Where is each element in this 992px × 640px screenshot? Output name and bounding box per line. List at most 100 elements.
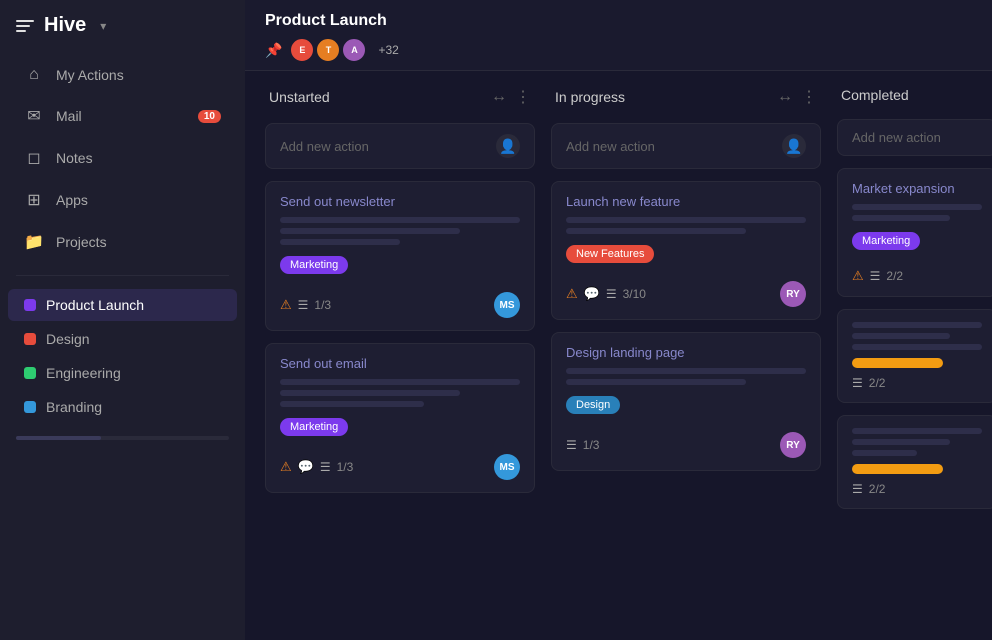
sidebar-item-notes[interactable]: ◻ Notes (8, 138, 237, 178)
pin-icon: 📌 (265, 42, 282, 59)
apps-icon: ⊞ (24, 190, 44, 210)
project-color-dot (24, 401, 36, 413)
user-placeholder: 👤 (496, 134, 520, 158)
hamburger-icon (16, 20, 34, 32)
card-line (280, 217, 520, 223)
column-header: Unstarted ↔ ⋮ (265, 87, 535, 107)
card-line (280, 228, 460, 234)
column-header: In progress ↔ ⋮ (551, 87, 821, 107)
checklist-icon: ☰ (320, 460, 331, 474)
main-content: Product Launch 📌 E T A +32 Unstarted ↔ ⋮… (245, 0, 992, 640)
more-icon[interactable]: ⋮ (801, 87, 817, 107)
sidebar-item-mail[interactable]: ✉ Mail 10 (8, 96, 237, 136)
sidebar-item-label: Notes (56, 150, 221, 166)
card-line (852, 439, 950, 445)
sidebar-header[interactable]: Hive ▾ (0, 0, 245, 51)
column-title: In progress (555, 89, 625, 105)
card-footer: ⚠ ☰ 1/3 MS (280, 292, 520, 318)
card-send-newsletter[interactable]: Send out newsletter Marketing ⚠ ☰ 1/3 MS (265, 181, 535, 331)
column-title: Unstarted (269, 89, 330, 105)
card-title: Market expansion (852, 181, 982, 196)
card-avatar: RY (780, 432, 806, 458)
avatar: E (290, 38, 314, 62)
checklist-icon: ☰ (852, 482, 863, 496)
card-avatar: MS (494, 454, 520, 480)
sidebar-item-product-launch[interactable]: Product Launch (8, 289, 237, 321)
add-action-button-completed[interactable]: Add new action (837, 119, 992, 156)
home-icon: ⌂ (24, 66, 44, 84)
card-line (280, 239, 400, 245)
card-footer: ☰ 1/3 RY (566, 432, 806, 458)
card-completed-2[interactable]: ☰ 2/2 (837, 309, 992, 403)
card-send-email[interactable]: Send out email Marketing ⚠ 💬 ☰ 1/3 MS (265, 343, 535, 493)
card-tag: Design (566, 396, 620, 414)
card-launch-feature[interactable]: Launch new feature New Features ⚠ 💬 ☰ 3/… (551, 181, 821, 320)
user-icon: 👤 (785, 138, 802, 155)
expand-icon[interactable]: ↔ (777, 88, 793, 106)
sidebar-item-apps[interactable]: ⊞ Apps (8, 180, 237, 220)
divider (16, 275, 229, 276)
user-placeholder: 👤 (782, 134, 806, 158)
avatar: A (342, 38, 366, 62)
mail-badge: 10 (198, 110, 221, 123)
card-line (566, 217, 806, 223)
project-list: Product Launch Design Engineering Brandi… (0, 284, 245, 428)
checklist-icon: ☰ (566, 438, 577, 452)
checklist-icon: ☰ (852, 376, 863, 390)
card-footer-left: ⚠ 💬 ☰ 1/3 (280, 459, 353, 475)
progress-bar (852, 358, 943, 368)
column-header: Completed (837, 87, 992, 103)
card-tag: New Features (566, 245, 654, 263)
add-action-label: Add new action (280, 139, 369, 154)
project-color-dot (24, 333, 36, 345)
board-header: Product Launch 📌 E T A +32 (245, 0, 992, 71)
card-footer-left: ⚠ ☰ 1/3 (280, 297, 331, 313)
sidebar-item-my-actions[interactable]: ⌂ My Actions (8, 56, 237, 94)
sidebar-item-design[interactable]: Design (8, 323, 237, 355)
sidebar-item-branding[interactable]: Branding (8, 391, 237, 423)
folder-icon: 📁 (24, 232, 44, 252)
sidebar-item-label: Apps (56, 192, 221, 208)
card-footer-left: ☰ 1/3 (566, 438, 599, 452)
card-footer-left: ⚠ ☰ 2/2 (852, 268, 903, 284)
add-action-button-unstarted[interactable]: Add new action 👤 (265, 123, 535, 169)
card-title: Design landing page (566, 345, 806, 360)
card-line (852, 322, 982, 328)
card-avatar: RY (780, 281, 806, 307)
card-line (852, 344, 982, 350)
task-count: 1/3 (337, 460, 354, 474)
expand-icon[interactable]: ↔ (491, 88, 507, 106)
column-actions: ↔ ⋮ (777, 87, 817, 107)
sidebar-scrollbar[interactable] (16, 436, 229, 440)
card-footer: ⚠ ☰ 2/2 (852, 268, 982, 284)
sidebar-item-label: My Actions (56, 67, 221, 83)
add-action-label: Add new action (852, 130, 941, 145)
card-completed-3[interactable]: ☰ 2/2 (837, 415, 992, 509)
project-color-dot (24, 299, 36, 311)
task-count: 2/2 (869, 376, 886, 390)
sidebar-item-engineering[interactable]: Engineering (8, 357, 237, 389)
checklist-icon: ☰ (606, 287, 617, 301)
card-line (280, 390, 460, 396)
warning-icon: ⚠ (280, 297, 292, 313)
sidebar-item-projects[interactable]: 📁 Projects (8, 222, 237, 262)
task-count: 2/2 (886, 269, 903, 283)
card-design-landing[interactable]: Design landing page Design ☰ 1/3 RY (551, 332, 821, 471)
card-footer: ☰ 2/2 (852, 376, 982, 390)
card-tag: Marketing (280, 418, 348, 436)
card-line (280, 379, 520, 385)
user-icon: 👤 (499, 138, 516, 155)
card-line (566, 379, 746, 385)
card-tag: Marketing (280, 256, 348, 274)
card-market-expansion[interactable]: Market expansion Marketing ⚠ ☰ 2/2 (837, 168, 992, 297)
more-icon[interactable]: ⋮ (515, 87, 531, 107)
avatar: T (316, 38, 340, 62)
board-title: Product Launch (265, 12, 972, 30)
card-line (852, 204, 982, 210)
card-footer-left: ⚠ 💬 ☰ 3/10 (566, 286, 646, 302)
card-footer: ⚠ 💬 ☰ 1/3 MS (280, 454, 520, 480)
add-action-button-in-progress[interactable]: Add new action 👤 (551, 123, 821, 169)
card-avatar: MS (494, 292, 520, 318)
scrollbar-thumb (16, 436, 101, 440)
more-count: +32 (378, 43, 398, 57)
